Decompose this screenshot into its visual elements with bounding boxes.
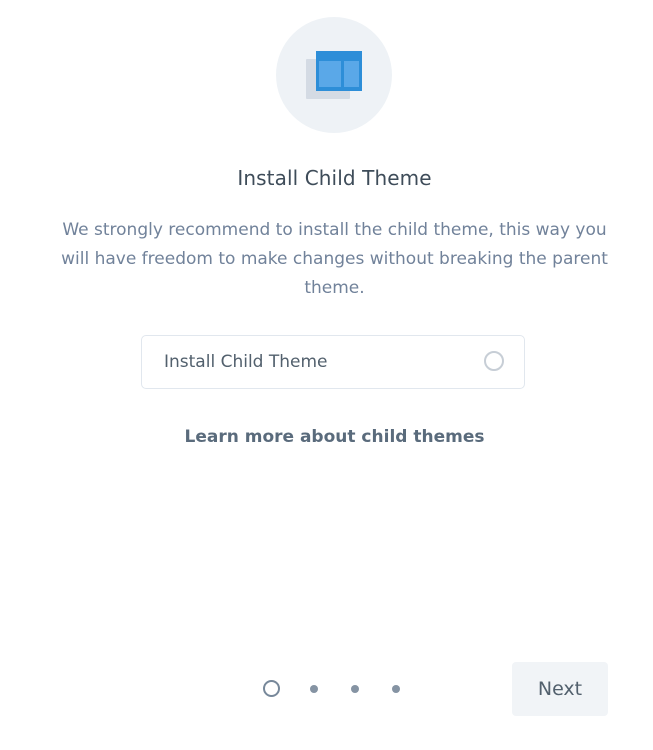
- learn-more-link[interactable]: Learn more about child themes: [0, 427, 653, 447]
- step-dot-2: [310, 685, 318, 693]
- icon-circle: [276, 17, 392, 133]
- child-theme-window-icon: [306, 51, 362, 99]
- next-button[interactable]: Next: [512, 662, 608, 716]
- setup-wizard-step: Install Child Theme We strongly recommen…: [0, 0, 653, 750]
- page-title: Install Child Theme: [237, 166, 432, 190]
- install-child-theme-option[interactable]: Install Child Theme: [141, 335, 525, 389]
- step-dot-3: [351, 685, 359, 693]
- option-label: Install Child Theme: [164, 352, 328, 372]
- description-text: We strongly recommend to install the chi…: [61, 220, 608, 298]
- step-dot-1: [263, 680, 280, 697]
- option-radio[interactable]: [484, 351, 504, 371]
- step-dot-4: [392, 685, 400, 693]
